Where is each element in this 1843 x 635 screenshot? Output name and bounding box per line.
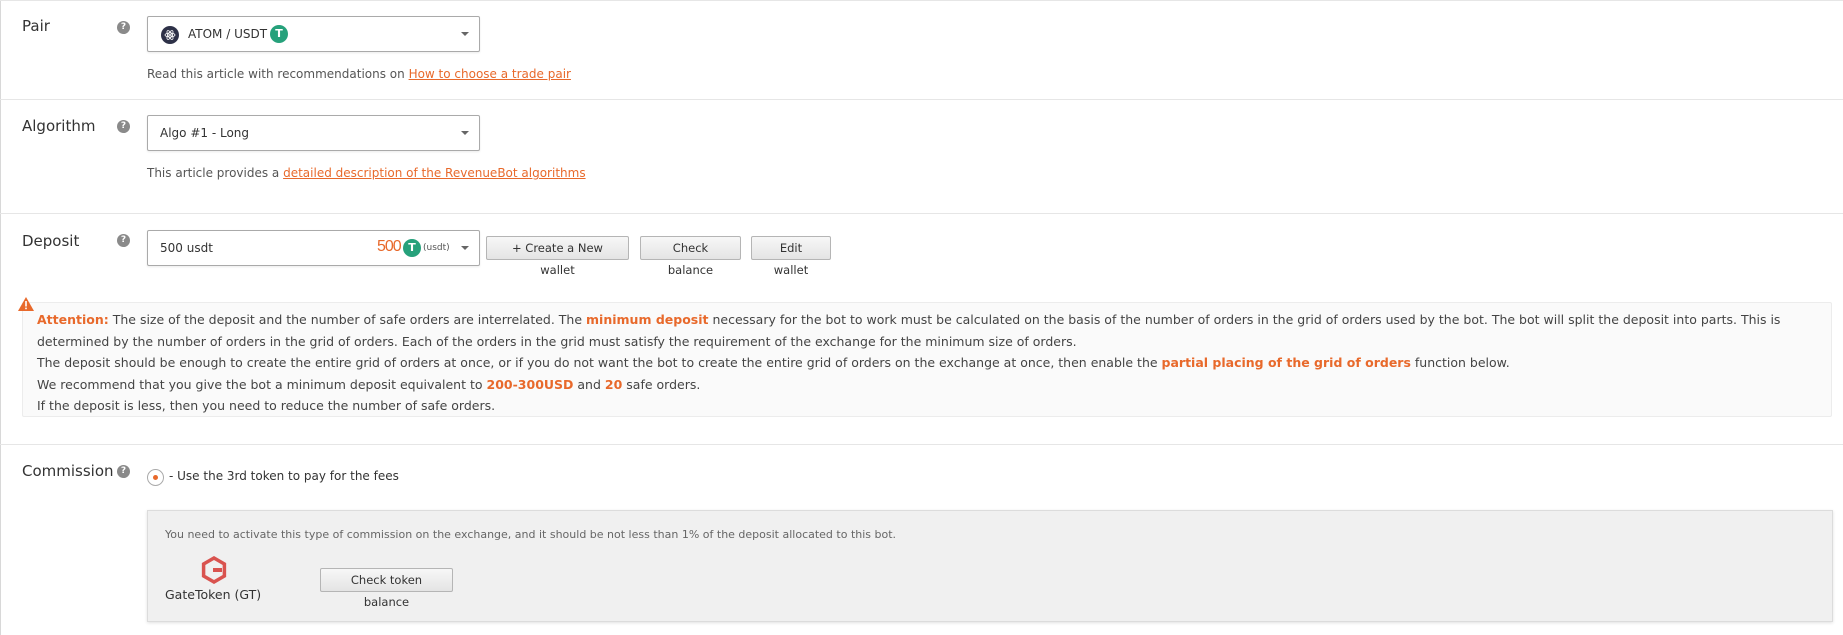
- deposit-help-icon[interactable]: ?: [117, 234, 130, 247]
- deposit-select[interactable]: 500 usdt 500 T (usdt): [147, 230, 480, 266]
- gatetoken-name: GateToken (GT): [165, 587, 262, 602]
- attention-text: safe orders.: [622, 376, 701, 392]
- deposit-label: Deposit: [22, 232, 80, 250]
- pair-note-text: Read this article with recommendations o…: [147, 67, 409, 81]
- pair-selected-value: ATOM / USDT: [188, 27, 268, 41]
- chevron-down-icon: [461, 32, 469, 36]
- divider: [0, 444, 1843, 445]
- attention-text: and: [573, 376, 605, 392]
- edit-wallet-button[interactable]: Edit wallet: [751, 236, 831, 277]
- attention-title: Attention:: [37, 312, 109, 327]
- commission-help-icon[interactable]: ?: [117, 465, 130, 478]
- divider: [0, 0, 1843, 1]
- how-to-choose-pair-link[interactable]: How to choose a trade pair: [409, 67, 571, 81]
- tether-icon: T: [403, 239, 421, 257]
- pair-help-icon[interactable]: ?: [117, 21, 130, 34]
- attention-paragraph-2: The deposit should be enough to create t…: [37, 352, 1817, 374]
- check-token-balance-button[interactable]: Check token balance: [320, 568, 453, 609]
- algorithm-label: Algorithm: [22, 117, 96, 135]
- algorithm-note-text: This article provides a: [147, 166, 284, 180]
- algorithm-help-icon[interactable]: ?: [117, 120, 130, 133]
- attention-paragraph-4: If the deposit is less, then you need to…: [37, 398, 496, 413]
- commission-label: Commission: [22, 462, 114, 480]
- pair-label: Pair: [22, 17, 50, 35]
- algorithm-description-link[interactable]: detailed description of the RevenueBot a…: [283, 166, 585, 180]
- min-usd-highlight: 200-300USD: [486, 376, 574, 392]
- left-edge-border: [0, 0, 1, 635]
- deposit-amount: 500: [377, 238, 402, 255]
- chevron-down-icon: [461, 131, 469, 135]
- attention-paragraph-3: We recommend that you give the bot a min…: [37, 374, 1817, 396]
- minimum-deposit-highlight: minimum deposit: [586, 312, 709, 327]
- third-token-radio[interactable]: [147, 469, 164, 486]
- attention-text: The deposit should be enough to create t…: [37, 355, 1162, 370]
- attention-text: function below.: [1410, 355, 1510, 370]
- deposit-currency-tag: (usdt): [423, 243, 450, 253]
- algorithm-select[interactable]: Algo #1 - Long: [147, 115, 480, 151]
- create-wallet-button[interactable]: + Create a New wallet: [486, 236, 629, 277]
- atom-coin-icon: [161, 26, 179, 44]
- attention-text: The size of the deposit and the number o…: [108, 312, 587, 327]
- check-balance-button[interactable]: Check balance: [640, 236, 741, 277]
- partial-placing-highlight: partial placing of the grid of orders: [1161, 355, 1411, 370]
- gatetoken-logo-icon: [201, 556, 227, 584]
- algorithm-note: This article provides a detailed descrip…: [147, 166, 586, 180]
- attention-paragraph-1: Attention: The size of the deposit and t…: [37, 309, 1817, 352]
- divider: [0, 99, 1843, 100]
- pair-note: Read this article with recommendations o…: [147, 67, 571, 81]
- attention-notice: Attention: The size of the deposit and t…: [22, 302, 1832, 417]
- divider: [0, 213, 1843, 214]
- safe-orders-highlight: 20: [604, 376, 623, 392]
- commission-panel: You need to activate this type of commis…: [147, 510, 1833, 622]
- deposit-selected-value: 500 usdt: [160, 241, 213, 255]
- chevron-down-icon: [461, 246, 469, 250]
- pair-select[interactable]: ATOM / USDT T: [147, 16, 480, 52]
- warning-icon: [18, 297, 34, 311]
- third-token-radio-label[interactable]: - Use the 3rd token to pay for the fees: [169, 469, 399, 483]
- algorithm-selected-value: Algo #1 - Long: [160, 126, 250, 140]
- commission-panel-text: You need to activate this type of commis…: [165, 528, 897, 541]
- tether-icon: T: [270, 25, 288, 43]
- attention-text: We recommend that you give the bot a min…: [37, 376, 487, 392]
